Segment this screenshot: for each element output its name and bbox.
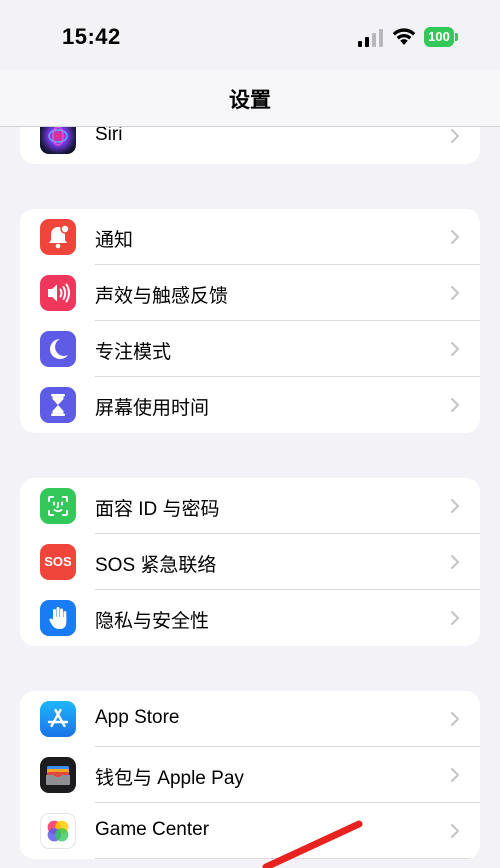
red-annotation-arrow: [262, 820, 363, 868]
status-time: 15:42: [62, 24, 121, 49]
chevron-right-icon: [451, 712, 459, 726]
settings-row-emergency-sos[interactable]: SOS SOS 紧急联络: [20, 534, 480, 590]
settings-row-label: 隐私与安全性: [95, 611, 210, 632]
settings-row-label: 屏幕使用时间: [95, 398, 210, 419]
sos-icon-text: SOS: [44, 554, 72, 569]
settings-row-wallet-apple-pay[interactable]: 钱包与 Apple Pay: [20, 747, 480, 803]
battery-level: 100: [424, 27, 454, 47]
hand-icon: [40, 600, 76, 636]
settings-row-label: 声效与触感反馈: [95, 286, 229, 307]
wifi-icon: [392, 28, 416, 45]
settings-row-label: Siri: [95, 124, 123, 145]
settings-row-label: 面容 ID 与密码: [95, 499, 220, 520]
chevron-right-icon: [451, 499, 459, 513]
chevron-right-icon: [451, 611, 459, 625]
chevron-right-icon: [451, 824, 459, 838]
settings-row-label: 钱包与 Apple Pay: [95, 768, 244, 789]
page-title: 设置: [229, 89, 271, 112]
settings-row-label: Game Center: [95, 819, 210, 840]
settings-group-apps: App Store 钱包与 Apple Pay Game Center: [20, 691, 480, 859]
moon-icon: [40, 331, 76, 367]
chevron-right-icon: [451, 768, 459, 782]
bell-icon: [40, 219, 76, 255]
settings-row-game-center[interactable]: Game Center: [20, 803, 480, 859]
settings-group-notifications: 通知 声效与触感反馈 专注模式 屏幕使用时间: [20, 209, 480, 433]
wallet-icon: [40, 757, 76, 793]
appstore-icon: [40, 701, 76, 737]
settings-row-sounds-haptics[interactable]: 声效与触感反馈: [20, 265, 480, 321]
settings-row-faceid-passcode[interactable]: 面容 ID 与密码: [20, 478, 480, 534]
chevron-right-icon: [451, 555, 459, 569]
chevron-right-icon: [451, 230, 459, 244]
settings-row-label: 专注模式: [95, 342, 172, 363]
chevron-right-icon: [451, 286, 459, 300]
settings-row-screen-time[interactable]: 屏幕使用时间: [20, 377, 480, 433]
settings-row-label: App Store: [95, 707, 180, 728]
settings-row-focus[interactable]: 专注模式: [20, 321, 480, 377]
status-bar: 15:42 100: [0, 0, 500, 70]
sos-icon: SOS: [40, 544, 76, 580]
cellular-signal-icon: [358, 29, 383, 47]
hourglass-icon: [40, 387, 76, 423]
settings-row-notifications[interactable]: 通知: [20, 209, 480, 265]
chevron-right-icon: [451, 129, 459, 143]
gamecenter-icon: [40, 813, 76, 849]
settings-row-app-store[interactable]: App Store: [20, 691, 480, 747]
faceid-icon: [40, 488, 76, 524]
settings-group-security: 面容 ID 与密码 SOS SOS 紧急联络 隐私与安全性: [20, 478, 480, 646]
battery-icon: 100: [424, 27, 458, 47]
settings-row-label: 通知: [95, 230, 134, 251]
speaker-icon: [40, 275, 76, 311]
navigation-bar: 设置: [0, 70, 500, 127]
chevron-right-icon: [451, 398, 459, 412]
settings-row-privacy-security[interactable]: 隐私与安全性: [20, 590, 480, 646]
chevron-right-icon: [451, 342, 459, 356]
settings-row-label: SOS 紧急联络: [95, 555, 217, 576]
